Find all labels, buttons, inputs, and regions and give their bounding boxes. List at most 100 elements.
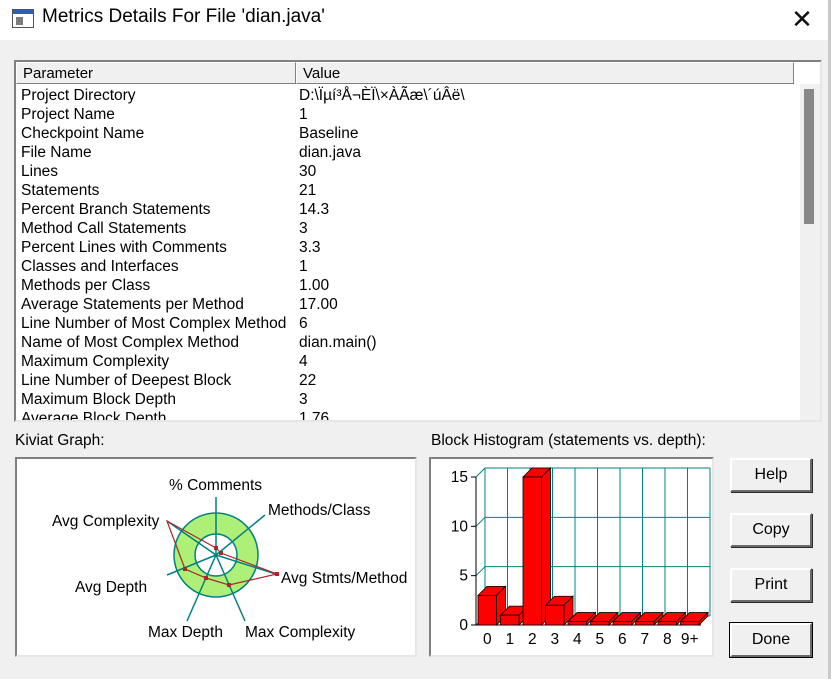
- block-histogram: 0 5 10 15 0 1 2 3 4 5 6 7 8 9+: [429, 457, 714, 657]
- kiviat-graph-svg: % Comments Methods/Class Avg Stmts/Metho…: [52, 477, 407, 641]
- vertical-scrollbar[interactable]: [800, 84, 820, 420]
- histogram-bar: [680, 621, 700, 626]
- x-tick-label: 9+: [681, 631, 699, 648]
- x-tick-label: 0: [483, 631, 492, 648]
- histogram-bar: [567, 621, 587, 626]
- histogram-bar: [477, 594, 497, 626]
- value-cell: 1.76: [299, 410, 330, 422]
- window-title: Metrics Details For File 'dian.java': [42, 6, 325, 27]
- table-row[interactable]: Checkpoint Name Baseline: [21, 124, 791, 143]
- close-button[interactable]: ✕: [778, 0, 826, 38]
- scrollbar-thumb[interactable]: [804, 89, 814, 224]
- histogram-bar: [635, 621, 655, 626]
- table-row[interactable]: Line Number of Deepest Block 22: [21, 371, 791, 390]
- value-cell: dian.java: [299, 144, 362, 161]
- kiviat-graph-label: Kiviat Graph:: [15, 432, 105, 449]
- value-cell: 17.00: [299, 296, 338, 313]
- axis-label-avg-depth: Avg Depth: [75, 579, 147, 596]
- y-tick-label: 15: [451, 469, 468, 486]
- parameter-cell: Method Call Statements: [21, 220, 187, 237]
- parameter-cell: Project Directory: [21, 87, 136, 104]
- parameter-cell: Project Name: [21, 106, 115, 123]
- parameter-cell: Lines: [21, 163, 59, 180]
- done-button[interactable]: Done: [729, 622, 813, 658]
- axis-label-max-complexity: Max Complexity: [245, 624, 355, 641]
- x-tick-label: 2: [528, 631, 537, 648]
- value-cell: 1: [299, 258, 308, 275]
- value-cell: 3: [299, 220, 308, 237]
- x-tick-label: 3: [550, 631, 559, 648]
- value-cell: 21: [299, 182, 317, 199]
- parameter-cell: Percent Lines with Comments: [21, 239, 227, 256]
- kiviat-graph: % Comments Methods/Class Avg Stmts/Metho…: [15, 457, 417, 657]
- help-button[interactable]: Help: [730, 458, 812, 492]
- print-button[interactable]: Print: [730, 568, 812, 602]
- table-row[interactable]: File Name dian.java: [21, 143, 791, 162]
- metrics-table: Parameter Value Project Directory D:\Ïµí³…: [14, 60, 822, 422]
- table-row[interactable]: Method Call Statements 3: [21, 219, 791, 238]
- value-cell: 1.00: [299, 277, 330, 294]
- parameter-cell: Classes and Interfaces: [21, 258, 179, 275]
- y-tick-label: 10: [451, 518, 469, 535]
- value-cell: D:\Ïµí³Å¬ÈÏ\×ÀÃæ\´úÂë\: [299, 87, 465, 104]
- column-header-parameter[interactable]: Parameter: [16, 62, 296, 84]
- parameter-cell: Maximum Block Depth: [21, 391, 177, 408]
- y-tick-label: 5: [459, 568, 468, 585]
- axis-label-methods-class: Methods/Class: [268, 502, 371, 519]
- axis-label-comments: % Comments: [169, 477, 262, 494]
- value-cell: 1: [299, 106, 308, 123]
- table-row[interactable]: Average Statements per Method 17.00: [21, 295, 791, 314]
- parameter-cell: Average Block Depth: [21, 410, 167, 422]
- value-cell: 3: [299, 391, 308, 408]
- parameter-cell: Line Number of Deepest Block: [21, 372, 232, 389]
- table-header: Parameter Value: [16, 62, 794, 84]
- histogram-bar: [500, 614, 520, 626]
- table-row[interactable]: Project Directory D:\Ïµí³Å¬ÈÏ\×ÀÃæ\´úÂë\: [21, 86, 791, 105]
- block-histogram-svg: 0510150 1 2 3 4 5 6 7 8 9+: [451, 467, 711, 648]
- table-row[interactable]: Lines 30: [21, 162, 791, 181]
- value-cell: 4: [299, 353, 308, 370]
- parameter-cell: Maximum Complexity: [21, 353, 170, 370]
- x-tick-label: 8: [663, 631, 672, 648]
- value-cell: 14.3: [299, 201, 330, 218]
- value-cell: 22: [299, 372, 317, 389]
- value-cell: Baseline: [299, 125, 359, 142]
- table-row[interactable]: Maximum Block Depth 3: [21, 390, 791, 409]
- histogram-bar: [522, 476, 542, 626]
- table-row[interactable]: Average Block Depth 1.76: [21, 409, 791, 422]
- window-icon: [12, 9, 34, 28]
- histogram-bar: [657, 621, 677, 626]
- axis-label-avg-complexity: Avg Complexity: [52, 513, 160, 530]
- y-tick-label: 0: [459, 617, 468, 634]
- column-header-value[interactable]: Value: [296, 62, 794, 84]
- table-row[interactable]: Maximum Complexity 4: [21, 352, 791, 371]
- parameter-cell: Percent Branch Statements: [21, 201, 211, 218]
- table-row[interactable]: Statements 21: [21, 181, 791, 200]
- histogram-bar: [545, 604, 565, 626]
- grid-line-depth: [475, 467, 486, 478]
- table-row[interactable]: Classes and Interfaces 1: [21, 257, 791, 276]
- parameter-cell: Methods per Class: [21, 277, 151, 294]
- metrics-details-window: Metrics Details For File 'dian.java' ✕ P…: [0, 0, 831, 679]
- x-tick-label: 5: [595, 631, 604, 648]
- table-rows: Project Directory D:\Ïµí³Å¬ÈÏ\×ÀÃæ\´úÂë\ P…: [21, 86, 791, 422]
- value-cell: 6: [299, 315, 308, 332]
- table-row[interactable]: Project Name 1: [21, 105, 791, 124]
- table-row[interactable]: Methods per Class 1.00: [21, 276, 791, 295]
- table-row[interactable]: Name of Most Complex Method dian.main(): [21, 333, 791, 352]
- grid-line-depth: [475, 516, 486, 527]
- value-cell: dian.main(): [299, 334, 377, 351]
- copy-button[interactable]: Copy: [730, 513, 812, 547]
- axis-label-max-depth: Max Depth: [148, 624, 223, 641]
- table-row[interactable]: Percent Lines with Comments 3.3: [21, 238, 791, 257]
- table-row[interactable]: Line Number of Most Complex Method 6: [21, 314, 791, 333]
- value-cell: 3.3: [299, 239, 321, 256]
- table-row[interactable]: Percent Branch Statements 14.3: [21, 200, 791, 219]
- x-tick-label: 4: [573, 631, 582, 648]
- axis-label-avg-stmts: Avg Stmts/Method: [281, 570, 407, 587]
- block-histogram-label: Block Histogram (statements vs. depth):: [431, 432, 706, 449]
- parameter-cell: File Name: [21, 144, 92, 161]
- value-cell: 30: [299, 163, 317, 180]
- histogram-bar: [590, 621, 610, 626]
- parameter-cell: Name of Most Complex Method: [21, 334, 239, 351]
